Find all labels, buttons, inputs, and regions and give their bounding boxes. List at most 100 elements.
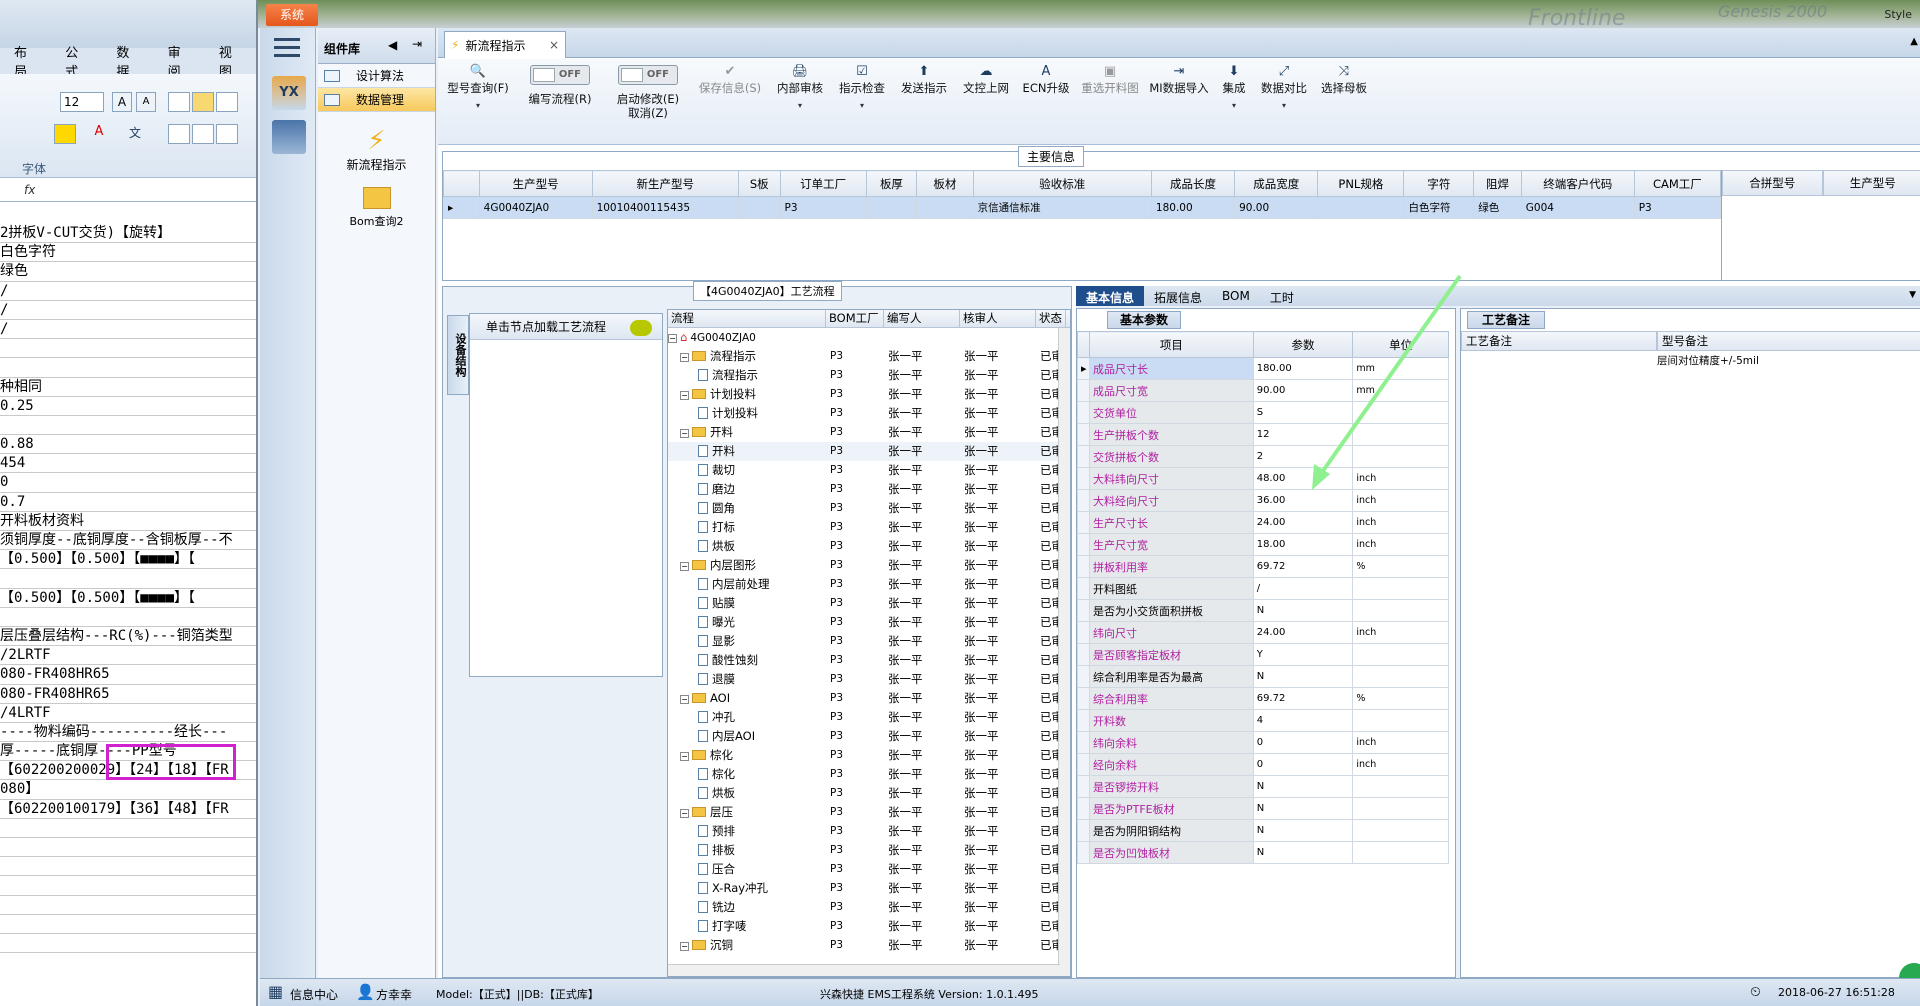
excel-row[interactable]: 080-FR408HR65: [0, 665, 256, 685]
excel-row[interactable]: 白色字符: [0, 243, 256, 263]
excel-row[interactable]: [0, 838, 256, 858]
write-process-toggle[interactable]: OFF 编写流程(R): [518, 65, 602, 106]
param-value[interactable]: 24.00: [1252, 511, 1354, 534]
param-value[interactable]: 48.00: [1252, 467, 1354, 490]
formula-bar[interactable]: fx: [0, 180, 256, 202]
tree-row[interactable]: 裁切P3张一平张一平已审核: [668, 461, 1070, 480]
param-value[interactable]: 18.00: [1252, 533, 1354, 556]
new-process-instruction-item[interactable]: ⚡ 新流程指示: [318, 126, 435, 173]
excel-row[interactable]: [0, 608, 256, 627]
table-cell[interactable]: 90.00: [1234, 196, 1319, 219]
table-row[interactable]: 生产尺寸宽 18.00 inch: [1077, 533, 1449, 556]
excel-row[interactable]: ----物料编码----------经长---: [0, 723, 256, 743]
table-row[interactable]: 是否为小交货面积拼板 N: [1077, 599, 1449, 622]
column-header[interactable]: 生产型号: [478, 170, 593, 197]
table-cell[interactable]: 180.00: [1150, 196, 1236, 219]
column-header[interactable]: 参数: [1252, 331, 1354, 358]
tab-scroll-up-icon[interactable]: ▲: [1910, 36, 1918, 47]
table-row[interactable]: 交货拼板个数 2: [1077, 445, 1449, 468]
save-info-button[interactable]: ✔ 保存信息(S): [692, 65, 768, 96]
param-value[interactable]: N: [1252, 599, 1354, 622]
collapse-icon[interactable]: −: [680, 809, 689, 818]
table-row[interactable]: 经向余料 0 inch: [1077, 753, 1449, 776]
tree-row[interactable]: 铣边P3张一平张一平已审核: [668, 898, 1070, 917]
table-cell[interactable]: G004: [1520, 196, 1635, 219]
collapse-icon[interactable]: −: [680, 752, 689, 761]
column-header[interactable]: 板材: [916, 170, 974, 197]
tab-bom[interactable]: BOM: [1212, 286, 1260, 306]
phonetic-icon[interactable]: 文: [124, 124, 146, 144]
param-value[interactable]: 69.72: [1252, 687, 1354, 710]
horizontal-scrollbar[interactable]: [668, 964, 1060, 976]
collapse-left-icon[interactable]: ◀: [388, 38, 397, 52]
tree-row[interactable]: −棕化P3张一平张一平已审核: [668, 746, 1070, 765]
tree-row[interactable]: −计划投料P3张一平张一平已审核: [668, 385, 1070, 404]
table-row[interactable]: 纬向尺寸 24.00 inch: [1077, 621, 1449, 644]
table-row[interactable]: 开料数 4: [1077, 709, 1449, 732]
column-header[interactable]: 订单工厂: [779, 170, 867, 197]
tab-work-hours[interactable]: 工时: [1260, 286, 1304, 306]
excel-row[interactable]: 0.7: [0, 493, 256, 512]
tree-row[interactable]: −AOIP3张一平张一平已审核: [668, 689, 1070, 708]
column-header[interactable]: CAM工厂: [1633, 170, 1722, 197]
align-left-icon[interactable]: [168, 124, 190, 144]
excel-row[interactable]: 0.88: [0, 435, 256, 455]
param-value[interactable]: 90.00: [1252, 379, 1354, 402]
tree-row[interactable]: 打字唛P3张一平张一平已审核: [668, 917, 1070, 936]
excel-row[interactable]: /: [0, 282, 256, 301]
excel-row[interactable]: [0, 915, 256, 934]
model-note-value[interactable]: 层间对位精度+/-5mil: [1657, 353, 1759, 368]
info-center-label[interactable]: 信息中心: [290, 986, 338, 1003]
column-header[interactable]: S板: [737, 170, 781, 197]
tree-row[interactable]: 流程指示P3张一平张一平已审核: [668, 366, 1070, 385]
chat-bubble-icon[interactable]: [630, 320, 652, 336]
column-header[interactable]: 项目: [1088, 331, 1254, 358]
param-value[interactable]: 0: [1252, 753, 1354, 776]
send-instruction-button[interactable]: ⬆ 发送指示: [894, 65, 954, 96]
calculator-icon[interactable]: [272, 120, 306, 154]
table-cell[interactable]: [737, 196, 781, 219]
tree-row[interactable]: −层压P3张一平张一平已审核: [668, 803, 1070, 822]
excel-row[interactable]: /: [0, 301, 256, 320]
column-header[interactable]: 流程: [668, 310, 826, 327]
column-header[interactable]: 终端客户代码: [1520, 170, 1635, 197]
excel-row[interactable]: /2LRTF: [0, 646, 256, 666]
column-header[interactable]: 验收标准: [972, 170, 1152, 197]
column-header[interactable]: 板厚: [865, 170, 918, 197]
dropdown-arrow-icon[interactable]: ▼: [1909, 290, 1916, 300]
tree-row[interactable]: 贴膜P3张一平张一平已审核: [668, 594, 1070, 613]
start-modify-toggle[interactable]: OFF 启动修改(E) 取消(Z): [606, 65, 690, 120]
table-row[interactable]: ▸ 4G0040ZJA0 10010400115435 P3 京信通信标准 180.00 9…: [443, 196, 1722, 219]
tree-row[interactable]: 退膜P3张一平张一平已审核: [668, 670, 1070, 689]
collapse-icon[interactable]: −: [680, 429, 689, 438]
table-row[interactable]: 是否为PTFE板材 N: [1077, 797, 1449, 820]
align-right-icon[interactable]: [216, 124, 238, 144]
param-value[interactable]: S: [1252, 401, 1354, 424]
table-row[interactable]: 综合利用率是否为最高 N: [1077, 665, 1449, 688]
excel-row[interactable]: [0, 569, 256, 589]
align-top-icon[interactable]: [168, 92, 190, 112]
param-value[interactable]: 180.00: [1252, 357, 1354, 380]
tab-extended-info[interactable]: 拓展信息: [1144, 286, 1212, 306]
column-header[interactable]: 成品宽度: [1234, 170, 1319, 197]
vertical-scrollbar[interactable]: [1058, 328, 1070, 976]
table-cell[interactable]: 4G0040ZJA0: [478, 196, 593, 219]
excel-row[interactable]: 2拼板V-CUT交货)【旋转】: [0, 224, 256, 244]
tree-row[interactable]: −开料P3张一平张一平已审核: [668, 423, 1070, 442]
table-cell[interactable]: P3: [1633, 196, 1722, 219]
font-color-icon[interactable]: A: [88, 124, 110, 144]
param-value[interactable]: N: [1252, 797, 1354, 820]
param-value[interactable]: N: [1252, 665, 1354, 688]
tree-root-row[interactable]: − ⌂ 4G0040ZJA0: [668, 328, 1070, 347]
excel-row[interactable]: 【0.500】【0.500】【■■■■】【: [0, 589, 256, 608]
column-header[interactable]: BOM工厂: [826, 310, 884, 327]
tree-row[interactable]: 烘板P3张一平张一平已审核: [668, 537, 1070, 556]
param-value[interactable]: 12: [1252, 423, 1354, 446]
param-value[interactable]: N: [1252, 819, 1354, 842]
excel-row[interactable]: [0, 339, 256, 359]
tree-row[interactable]: 预排P3张一平张一平已审核: [668, 822, 1070, 841]
excel-row[interactable]: 种相同: [0, 378, 256, 397]
excel-row[interactable]: [0, 358, 256, 378]
component-item-data-management[interactable]: 数据管理: [318, 88, 435, 112]
style-label[interactable]: Style: [1884, 8, 1912, 21]
